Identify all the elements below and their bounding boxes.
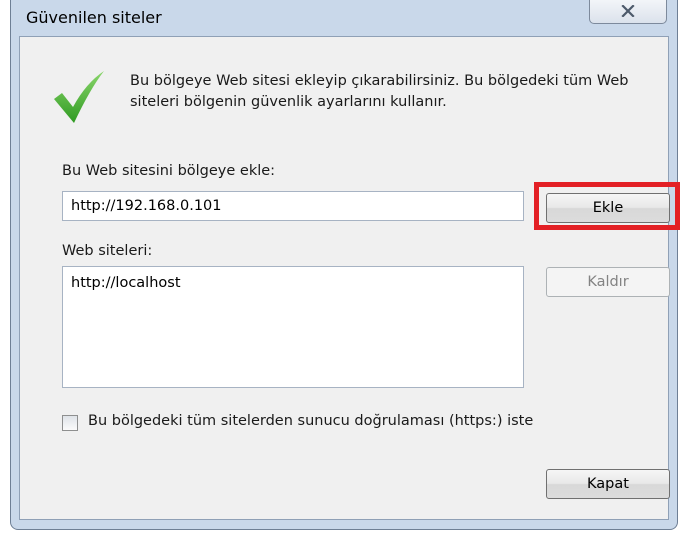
- close-button[interactable]: Kapat: [546, 469, 670, 499]
- https-checkbox[interactable]: [62, 415, 78, 431]
- site-url-input[interactable]: [62, 191, 524, 221]
- list-item[interactable]: http://localhost: [71, 275, 181, 291]
- sites-listbox[interactable]: http://localhost: [62, 266, 524, 388]
- title-bar: Güvenilen siteler: [11, 0, 677, 36]
- https-checkbox-label[interactable]: Bu bölgedeki tüm sitelerden sunucu doğru…: [88, 413, 533, 429]
- close-window-button[interactable]: [589, 0, 667, 24]
- window-title: Güvenilen siteler: [26, 8, 162, 27]
- close-icon: [621, 5, 635, 17]
- sites-list-label: Web siteleri:: [62, 243, 153, 259]
- trusted-sites-dialog: Güvenilen siteler Bu bölgeye Web sitesi …: [10, 0, 680, 530]
- checkmark-icon: [54, 71, 104, 123]
- info-text: Bu bölgeye Web sitesi ekleyip çıkarabili…: [130, 73, 629, 110]
- remove-button[interactable]: Kaldır: [546, 267, 670, 297]
- dialog-body: Bu bölgeye Web sitesi ekleyip çıkarabili…: [19, 36, 680, 520]
- add-button[interactable]: Ekle: [546, 193, 670, 223]
- add-site-label: Bu Web sitesini bölgeye ekle:: [62, 163, 276, 179]
